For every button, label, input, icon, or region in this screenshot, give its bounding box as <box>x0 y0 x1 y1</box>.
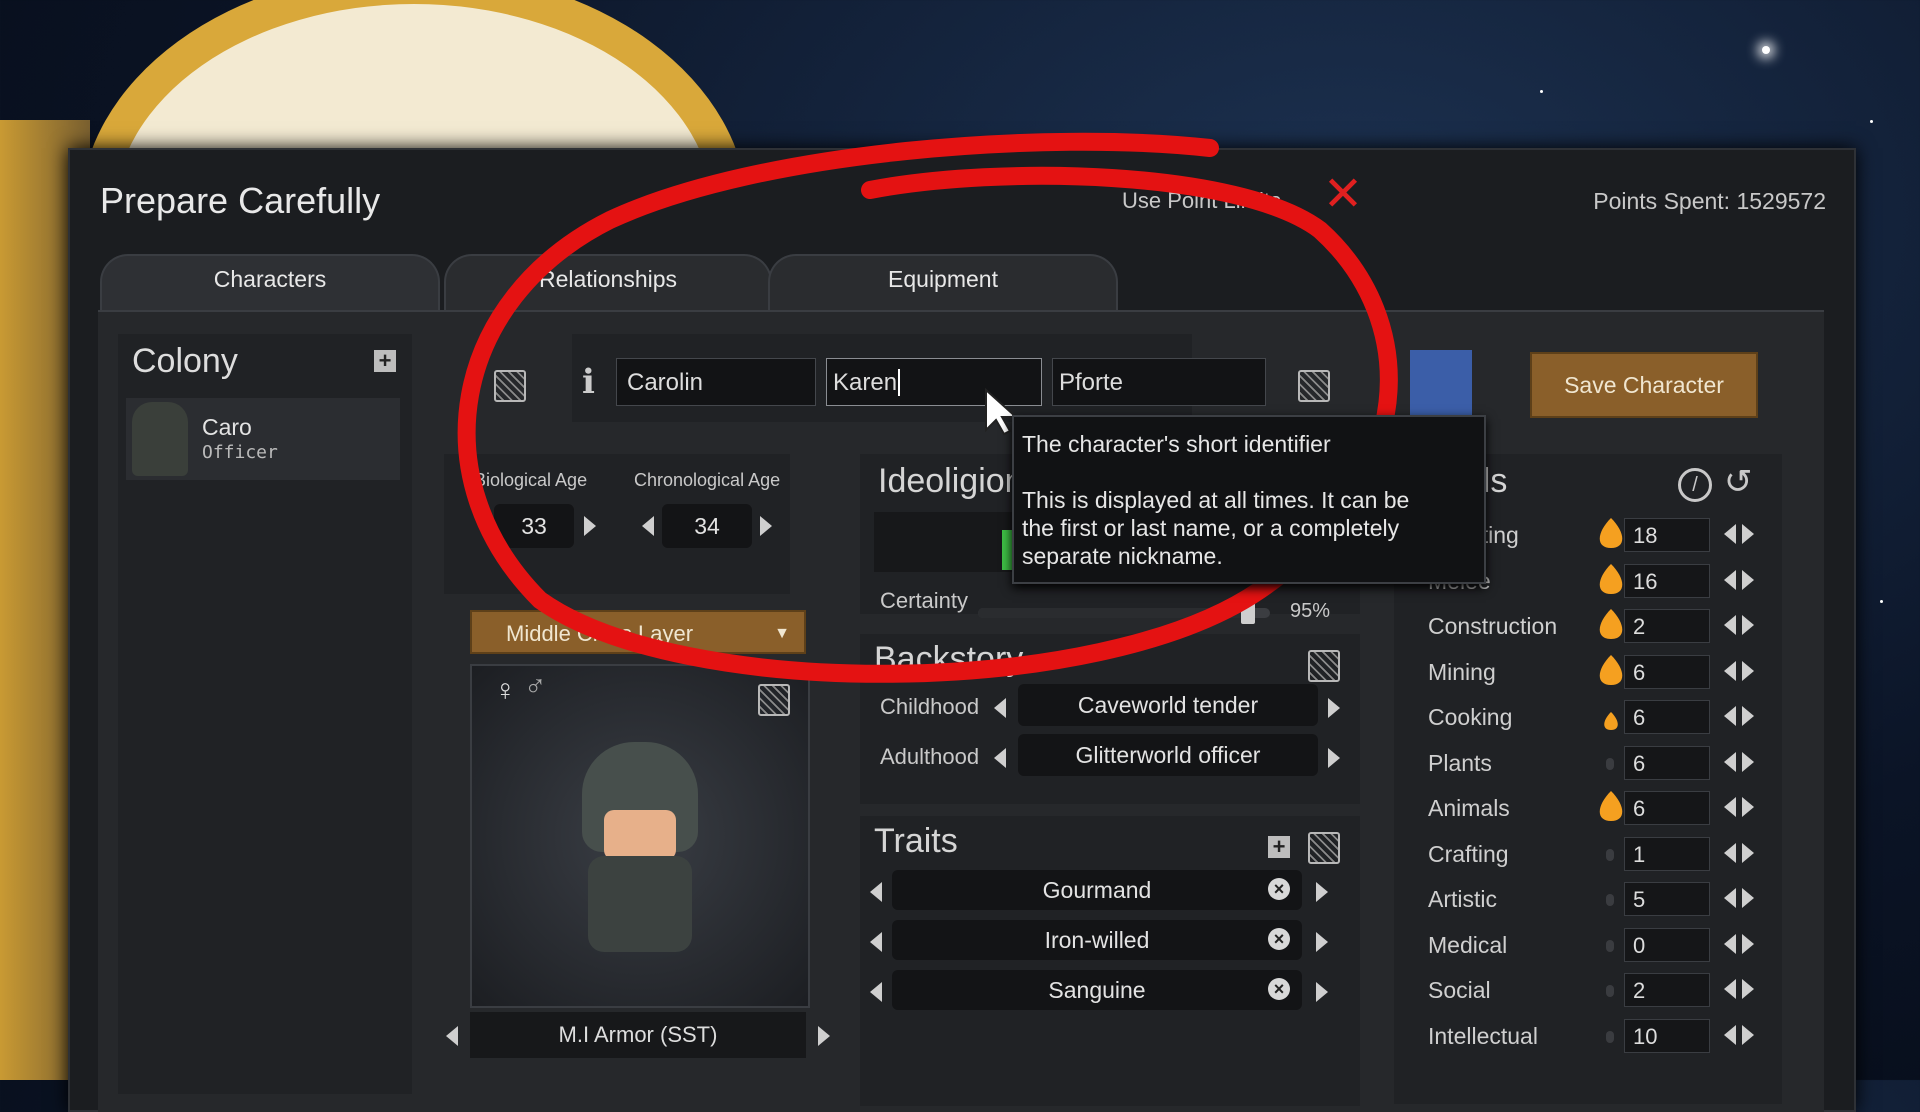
tooltip-line-2: the first or last name, or a completely <box>1022 515 1400 541</box>
tooltip-line-1: This is displayed at all times. It can b… <box>1022 487 1410 513</box>
annotation-overlay <box>457 132 1398 683</box>
tooltip-line-3: separate nickname. <box>1022 543 1223 569</box>
annotation-circle <box>457 132 1398 683</box>
tooltip-title: The character's short identifier <box>1022 431 1331 457</box>
tooltip: The character's short identifier This is… <box>1012 415 1486 584</box>
